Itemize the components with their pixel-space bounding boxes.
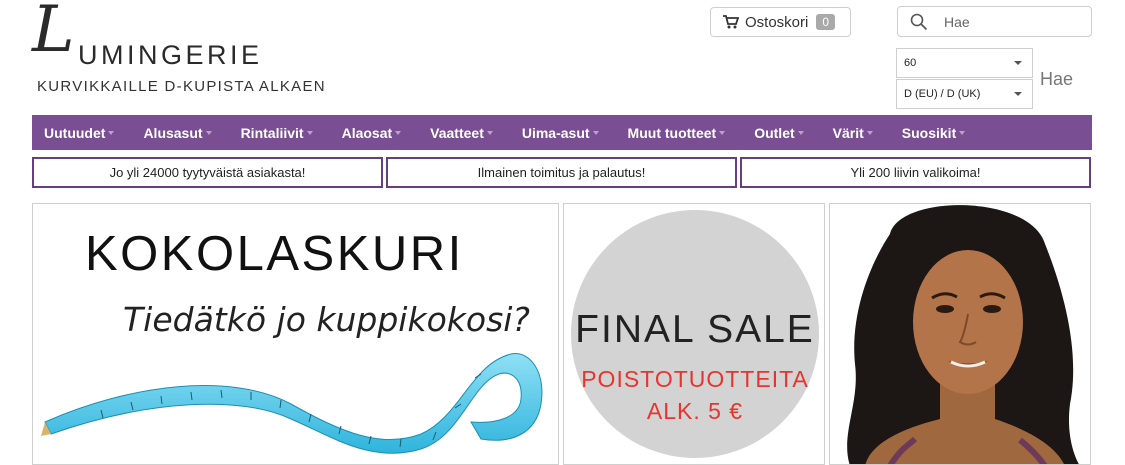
main-nav: Uutuudet Alusasut Rintaliivit Alaosat Va… <box>32 115 1092 150</box>
chevron-down-icon <box>108 130 115 135</box>
chevron-down-icon <box>797 130 804 135</box>
nav-label: Alaosat <box>341 124 393 141</box>
logo-tagline: KURVIKKAILLE D-KUPISTA ALKAEN <box>37 78 326 95</box>
site-logo[interactable]: L UMINGERIE KURVIKKAILLE D-KUPISTA ALKAE… <box>30 0 325 98</box>
sale-title: FINAL SALE <box>575 308 815 351</box>
nav-label: Alusasut <box>143 124 203 141</box>
band-size-select[interactable]: 60 <box>896 48 1033 78</box>
search-input[interactable] <box>942 12 1076 31</box>
nav-item-muut-tuotteet[interactable]: Muut tuotteet <box>628 125 726 141</box>
nav-item-alusasut[interactable]: Alusasut <box>143 124 212 141</box>
size-calculator-banner[interactable]: KOKOLASKURI Tiedätkö jo kuppikokosi? <box>32 203 559 465</box>
model-photo-banner[interactable] <box>829 203 1091 465</box>
chevron-down-icon <box>306 130 313 135</box>
chevron-down-icon <box>1014 61 1022 65</box>
search-icon <box>910 13 928 30</box>
model-photo <box>830 204 1090 464</box>
cart-button[interactable]: Ostoskori 0 <box>710 7 851 37</box>
nav-item-rintaliivit[interactable]: Rintaliivit <box>241 125 313 141</box>
logo-initial: L <box>32 0 75 67</box>
chevron-down-icon <box>1014 92 1022 96</box>
chevron-down-icon <box>719 130 726 135</box>
banner-subtitle: Tiedätkö jo kuppikokosi? <box>123 300 530 339</box>
nav-item-uutuudet[interactable]: Uutuudet <box>44 124 115 141</box>
final-sale-banner[interactable]: FINAL SALE POISTOTUOTTEITA ALK. 5 € <box>563 203 825 465</box>
cup-size-value: D (EU) / D (UK) <box>904 88 981 100</box>
cart-label: Ostoskori <box>745 13 809 31</box>
nav-item-alaosat[interactable]: Alaosat <box>342 125 402 141</box>
nav-item-suosikit[interactable]: Suosikit <box>901 124 966 141</box>
info-box-selection: Yli 200 liivin valikoima! <box>740 157 1091 188</box>
nav-label: Muut tuotteet <box>627 124 717 141</box>
chevron-down-icon <box>959 130 966 135</box>
chevron-down-icon <box>866 130 873 135</box>
nav-label: Uima-asut <box>521 124 590 141</box>
nav-label: Suosikit <box>901 124 957 141</box>
chevron-down-icon <box>592 130 599 135</box>
cart-icon <box>723 15 739 29</box>
search-box[interactable] <box>897 6 1092 37</box>
nav-label: Värit <box>832 124 864 141</box>
band-size-value: 60 <box>904 57 917 69</box>
cup-size-select[interactable]: D (EU) / D (UK) <box>896 79 1033 109</box>
nav-item-uima-asut[interactable]: Uima-asut <box>522 125 599 141</box>
measuring-tape-icon <box>41 353 543 454</box>
nav-label: Rintaliivit <box>240 124 304 141</box>
banner-title: KOKOLASKURI <box>85 227 464 281</box>
chevron-down-icon <box>486 130 493 135</box>
nav-label: Uutuudet <box>44 124 106 141</box>
info-box-customers: Jo yli 24000 tyytyväistä asiakasta! <box>32 157 383 188</box>
nav-item-varit[interactable]: Värit <box>833 125 873 141</box>
cart-count-badge: 0 <box>816 14 836 30</box>
size-search-button[interactable]: Hae <box>1040 69 1073 90</box>
nav-item-vaatteet[interactable]: Vaatteet <box>430 125 493 141</box>
chevron-down-icon <box>205 130 212 135</box>
sale-price: ALK. 5 € <box>646 398 744 424</box>
nav-label: Outlet <box>754 124 795 141</box>
nav-label: Vaatteet <box>430 124 484 141</box>
info-box-free-delivery: Ilmainen toimitus ja palautus! <box>386 157 737 188</box>
nav-item-outlet[interactable]: Outlet <box>754 124 804 141</box>
logo-wordmark: UMINGERIE <box>78 40 263 70</box>
chevron-down-icon <box>395 130 402 135</box>
sale-subtitle: POISTOTUOTTEITA <box>581 366 809 392</box>
